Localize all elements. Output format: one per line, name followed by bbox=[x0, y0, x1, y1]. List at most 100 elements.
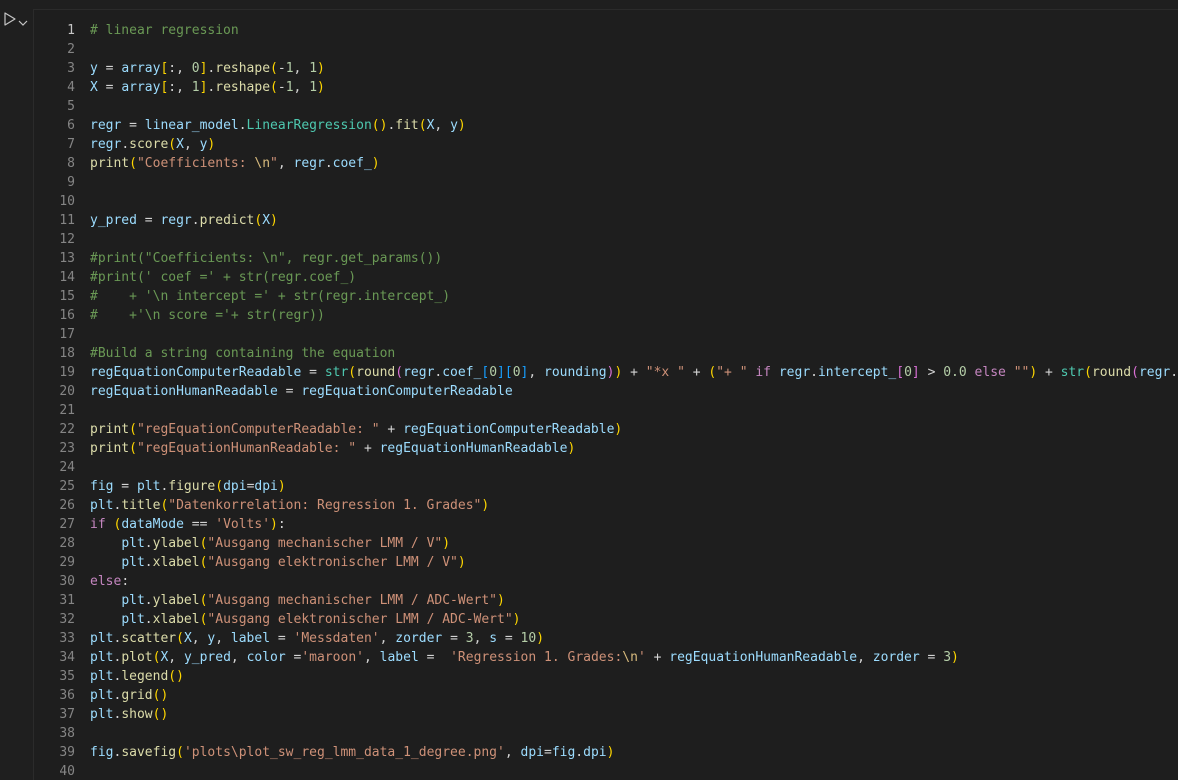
code-line[interactable]: 5 bbox=[34, 97, 1178, 116]
code-line[interactable]: 17 bbox=[34, 325, 1178, 344]
code-line[interactable]: 15 # + '\n intercept =' + str(regr.interc… bbox=[34, 287, 1178, 306]
code-token: 1 bbox=[285, 61, 294, 76]
code-token: "Ausgang elektronischer LMM / V" bbox=[207, 555, 458, 570]
code-token: array bbox=[121, 80, 161, 95]
code-token: figure bbox=[168, 479, 216, 494]
code-token: 1 bbox=[285, 80, 294, 95]
code-line[interactable]: 18 #Build a string containing the equatio… bbox=[34, 344, 1178, 363]
code-token: dpi bbox=[254, 479, 278, 494]
code-line[interactable]: 29 plt.xlabel("Ausgang elektronischer LM… bbox=[34, 553, 1178, 572]
code-token: :, bbox=[168, 80, 192, 95]
code-line[interactable]: 37 plt.show() bbox=[34, 705, 1178, 724]
code-token: ( bbox=[371, 118, 380, 133]
code-line[interactable]: 34 plt.plot(X, y_pred, color ='maroon', l… bbox=[34, 648, 1178, 667]
code-line[interactable]: 36 plt.grid() bbox=[34, 686, 1178, 705]
code-token: ) bbox=[497, 593, 505, 608]
code-token: ) bbox=[442, 536, 451, 551]
code-line[interactable]: 16 # +'\n score ='+ str(regr)) bbox=[34, 306, 1178, 325]
chevron-down-icon[interactable] bbox=[18, 13, 28, 26]
line-source: X = array[:, 1].reshape(-1, 1) bbox=[90, 78, 325, 97]
code-line[interactable]: 14 #print(' coef =' + str(regr.coef_) bbox=[34, 268, 1178, 287]
code-line[interactable]: 1 # linear regression bbox=[34, 21, 1178, 40]
code-editor[interactable]: 1 # linear regression 2 3 y = array[:, 0].re… bbox=[34, 21, 1178, 780]
code-line[interactable]: 31 plt.ylabel("Ausgang mechanischer LMM … bbox=[34, 591, 1178, 610]
code-token: fit bbox=[395, 118, 419, 133]
code-line[interactable]: 32 plt.xlabel("Ausgang elektronischer LM… bbox=[34, 610, 1178, 629]
code-token: 0 bbox=[489, 365, 498, 380]
code-line[interactable]: 28 plt.ylabel("Ausgang mechanischer LMM … bbox=[34, 534, 1178, 553]
code-token: 'Messdaten' bbox=[293, 631, 380, 646]
code-line[interactable]: 12 bbox=[34, 230, 1178, 249]
line-number: 19 bbox=[59, 365, 75, 380]
code-line[interactable]: 8 print("Coefficients: \n", regr.coef_) bbox=[34, 154, 1178, 173]
code-token: regEquationComputerReadable bbox=[301, 384, 513, 399]
code-line[interactable]: 11 y_pred = regr.predict(X) bbox=[34, 211, 1178, 230]
code-token: ) bbox=[317, 61, 325, 76]
code-line[interactable]: 4 X = array[:, 1].reshape(-1, 1) bbox=[34, 78, 1178, 97]
code-token: = bbox=[277, 384, 302, 399]
code-token: ( bbox=[348, 365, 357, 380]
code-token: . bbox=[144, 555, 153, 570]
code-line[interactable]: 6 regr = linear_model.LinearRegression().… bbox=[34, 116, 1178, 135]
code-token: show bbox=[121, 707, 153, 722]
code-line[interactable]: 2 bbox=[34, 40, 1178, 59]
code-token: coef_ bbox=[332, 156, 372, 171]
code-token: , bbox=[215, 631, 231, 646]
code-line[interactable]: 27 if (dataMode == 'Volts'): bbox=[34, 515, 1178, 534]
code-token: + bbox=[356, 441, 380, 456]
code-line[interactable]: 20 regEquationHumanReadable = regEquation… bbox=[34, 382, 1178, 401]
code-token: = bbox=[121, 118, 145, 133]
code-line[interactable]: 40 bbox=[34, 762, 1178, 780]
line-number: 15 bbox=[59, 289, 75, 304]
code-token: legend bbox=[121, 669, 169, 684]
code-token: ) bbox=[277, 479, 286, 494]
code-token: ) bbox=[270, 517, 278, 532]
code-line[interactable]: 25 fig = plt.figure(dpi=dpi) bbox=[34, 477, 1178, 496]
code-token: X bbox=[90, 80, 98, 95]
code-token: # linear regression bbox=[90, 23, 239, 38]
code-line[interactable]: 24 bbox=[34, 458, 1178, 477]
code-line[interactable]: 9 bbox=[34, 173, 1178, 192]
code-line[interactable]: 19 regEquationComputerReadable = str(roun… bbox=[34, 363, 1178, 382]
code-token: y bbox=[450, 118, 458, 133]
code-token: , bbox=[293, 61, 310, 76]
code-line[interactable]: 23 print("regEquationHumanReadable: " + r… bbox=[34, 439, 1178, 458]
code-line[interactable]: 21 bbox=[34, 401, 1178, 420]
line-source: #Build a string containing the equation bbox=[90, 344, 395, 363]
code-token: fig bbox=[90, 479, 114, 494]
code-line[interactable]: 33 plt.scatter(X, y, label = 'Messdaten',… bbox=[34, 629, 1178, 648]
code-token: 'plots\plot_sw_reg_lmm_data_1_degree.png… bbox=[183, 745, 505, 760]
code-token: round bbox=[1091, 365, 1132, 380]
code-token: + bbox=[379, 422, 404, 437]
code-token: 'Regression 1. Grades: bbox=[450, 650, 623, 665]
line-source: regEquationHumanReadable = regEquationCo… bbox=[90, 382, 513, 401]
code-line[interactable]: 3 y = array[:, 0].reshape(-1, 1) bbox=[34, 59, 1178, 78]
run-triangle-icon[interactable] bbox=[3, 11, 17, 27]
code-line[interactable]: 26 plt.title("Datenkorrelation: Regressio… bbox=[34, 496, 1178, 515]
code-line[interactable]: 30 else: bbox=[34, 572, 1178, 591]
code-token: + bbox=[684, 365, 709, 380]
code-token: ) bbox=[270, 213, 278, 228]
code-line[interactable]: 7 regr.score(X, y) bbox=[34, 135, 1178, 154]
code-line[interactable]: 13 #print("Coefficients: \n", regr.get_pa… bbox=[34, 249, 1178, 268]
code-token: = bbox=[418, 650, 451, 665]
line-source: plt.ylabel("Ausgang mechanischer LMM / A… bbox=[90, 591, 505, 610]
code-line[interactable]: 38 bbox=[34, 724, 1178, 743]
code-line[interactable]: 35 plt.legend() bbox=[34, 667, 1178, 686]
line-number: 32 bbox=[59, 612, 75, 627]
code-token: predict bbox=[199, 213, 255, 228]
code-token: ( bbox=[168, 137, 177, 152]
code-token: plt bbox=[90, 498, 114, 513]
code-line[interactable]: 10 bbox=[34, 192, 1178, 211]
code-cell[interactable]: 1 # linear regression 2 3 y = array[:, 0].re… bbox=[33, 9, 1178, 780]
code-line[interactable]: 22 print("regEquationComputerReadable: " … bbox=[34, 420, 1178, 439]
code-token: ) bbox=[606, 745, 615, 760]
code-line[interactable]: 39 fig. savefig('plots\plot_sw_reg_lmm_dat… bbox=[34, 743, 1178, 762]
code-token: , bbox=[528, 365, 544, 380]
code-token: else bbox=[90, 574, 122, 589]
code-token: title bbox=[121, 498, 161, 513]
line-source: regr.score(X, y) bbox=[90, 135, 215, 154]
code-token: ( bbox=[215, 479, 224, 494]
